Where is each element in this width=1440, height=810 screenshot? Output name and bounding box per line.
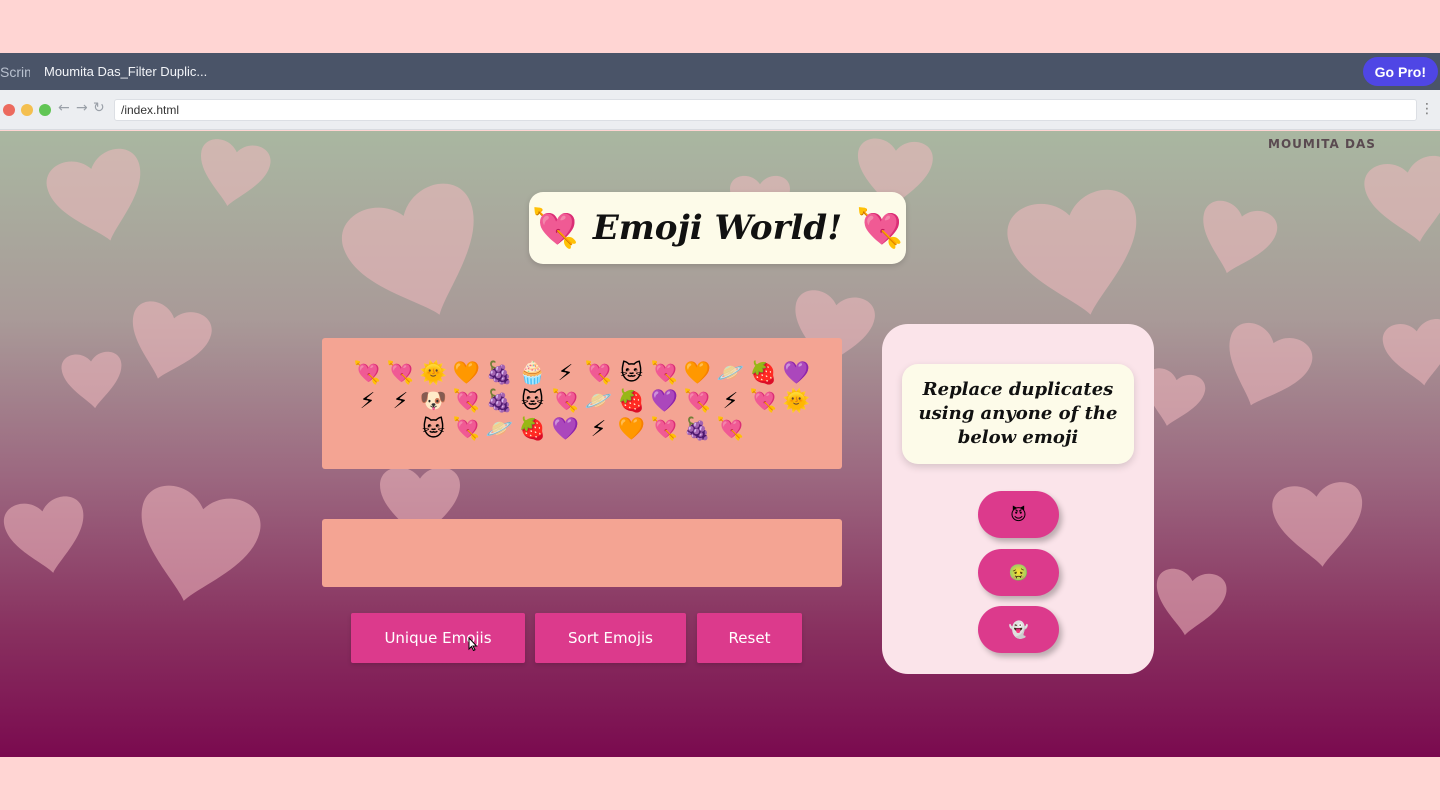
author-name: MOUMITA DAS (1268, 137, 1376, 151)
mouse-cursor-icon (468, 637, 478, 651)
emoji-item: 🍇 (485, 389, 514, 414)
emoji-item: ⚡ (359, 389, 376, 414)
emoji-item: 🍇 (485, 361, 514, 386)
emoji-item: 🪐 (485, 417, 514, 442)
emoji-item: 💘 (551, 389, 580, 414)
emoji-item: 💜 (551, 417, 580, 442)
emoji-item: ⚡ (722, 389, 739, 414)
page-title: Emoji World! (592, 208, 843, 248)
outer-frame-bottom (0, 757, 1440, 810)
replace-devil-button[interactable]: 😈 (978, 491, 1059, 538)
outer-frame-top (0, 0, 1440, 53)
reload-icon[interactable]: ↻ (93, 100, 105, 116)
app-bar: Scrim Moumita Das_Filter Duplic... Go Pr… (0, 53, 1440, 90)
emoji-item: 🍓 (518, 417, 547, 442)
emoji-item: 💘 (353, 361, 382, 386)
emoji-item: 🪐 (584, 389, 613, 414)
emoji-item: 🧡 (617, 417, 646, 442)
page-viewport: MOUMITA DAS 💘 Emoji World! 💘 💘 💘 🌞 🧡 🍇 🧁 ⚡ 💘 🐱 💘 🧡… (0, 131, 1440, 757)
emoji-item: 💘 (452, 389, 481, 414)
heart-arrow-icon: 💘 (531, 205, 579, 250)
back-icon[interactable]: ← (58, 100, 70, 116)
emoji-item: ⚡ (392, 389, 409, 414)
emoji-item: 💘 (386, 361, 415, 386)
emoji-item: 🐱 (521, 389, 544, 414)
minimize-window-icon[interactable] (21, 104, 33, 116)
emoji-item: 🪐 (716, 361, 745, 386)
url-bar[interactable]: /index.html (114, 99, 1417, 121)
close-window-icon[interactable] (3, 104, 15, 116)
emoji-item: 🌞 (782, 389, 811, 414)
forward-icon[interactable]: → (76, 100, 88, 116)
app-brand[interactable]: Scrim (0, 64, 30, 80)
emoji-result-box (322, 519, 842, 587)
tab-title[interactable]: Moumita Das_Filter Duplic... (44, 64, 207, 79)
emoji-item: 💘 (683, 389, 712, 414)
replace-nauseated-button[interactable]: 🤢 (978, 549, 1059, 596)
maximize-window-icon[interactable] (39, 104, 51, 116)
heart-arrow-icon: 💘 (856, 205, 904, 250)
emoji-item: 💘 (749, 389, 778, 414)
emoji-item: 🧁 (518, 361, 547, 386)
browser-menu-icon[interactable]: ⋮ (1420, 101, 1434, 117)
emoji-item: 🧡 (683, 361, 712, 386)
replace-instruction-card: Replace duplicates using anyone of the b… (902, 364, 1134, 464)
emoji-item: 🍓 (749, 361, 778, 386)
emoji-item: 🍓 (617, 389, 646, 414)
emoji-item: 🐱 (422, 417, 445, 442)
sort-emojis-button[interactable]: Sort Emojis (535, 613, 686, 663)
go-pro-button[interactable]: Go Pro! (1362, 57, 1438, 86)
unique-emojis-button[interactable]: Unique Emojis (351, 613, 525, 663)
title-card: 💘 Emoji World! 💘 (529, 192, 906, 264)
replace-panel: Replace duplicates using anyone of the b… (882, 324, 1154, 674)
emoji-item: 💘 (650, 361, 679, 386)
emoji-item: 🐱 (620, 361, 643, 386)
emoji-item: 🐶 (419, 389, 448, 414)
emoji-input-box: 💘 💘 🌞 🧡 🍇 🧁 ⚡ 💘 🐱 💘 🧡 🪐 🍓 💜 ⚡ ⚡ 🐶 💘 🍇 🐱 💘 🪐 🍓 💜 💘 ⚡ 💘 🌞 🐱 💘 🪐 🍓 💜 ⚡ 🧡 💘 🍇 💘 (322, 338, 842, 469)
emoji-item: 🍇 (683, 417, 712, 442)
emoji-item: ⚡ (557, 361, 574, 386)
emoji-item: 🌞 (419, 361, 448, 386)
emoji-item: 💜 (650, 389, 679, 414)
emoji-item: 💜 (782, 361, 811, 386)
emoji-item: 💘 (452, 417, 481, 442)
emoji-item: 💘 (650, 417, 679, 442)
replace-ghost-button[interactable]: 👻 (978, 606, 1059, 653)
emoji-item: ⚡ (590, 417, 607, 442)
emoji-item: 🧡 (452, 361, 481, 386)
reset-button[interactable]: Reset (697, 613, 802, 663)
emoji-item: 💘 (716, 417, 745, 442)
replace-instruction: Replace duplicates using anyone of the b… (918, 379, 1118, 448)
browser-chrome: ← → ↻ /index.html ⋮ (0, 90, 1440, 130)
emoji-item: 💘 (584, 361, 613, 386)
